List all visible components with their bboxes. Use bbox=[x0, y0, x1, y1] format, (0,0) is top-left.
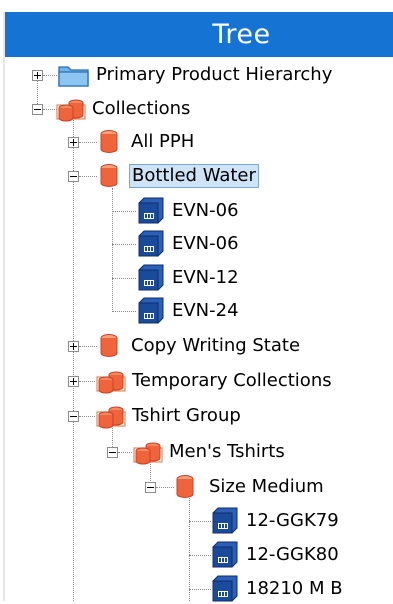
tree-node-label: EVN-24 bbox=[172, 300, 239, 321]
tree-node-evn-06[interactable]: EVN-06 bbox=[136, 229, 241, 259]
product-icon bbox=[212, 507, 238, 534]
tree-node-evn-06[interactable]: EVN-06 bbox=[136, 196, 241, 226]
tree-node-bottled-water[interactable]: Bottled Water bbox=[98, 161, 259, 191]
tree-node-collections[interactable]: Collections bbox=[55, 94, 192, 124]
tree-node-all-pph[interactable]: All PPH bbox=[98, 127, 196, 157]
tree-connector bbox=[118, 452, 132, 453]
tree-node-mens-tshirts[interactable]: Men's Tshirts bbox=[132, 437, 287, 467]
collapse-toggle-collections[interactable] bbox=[32, 104, 43, 115]
tree-node-tshirt-group[interactable]: Tshirt Group bbox=[95, 401, 243, 431]
tree-connector bbox=[79, 176, 97, 177]
folder-icon bbox=[58, 66, 89, 87]
tree-connector bbox=[73, 113, 74, 601]
tree-node-evn-24[interactable]: EVN-24 bbox=[136, 296, 241, 326]
collection-icon bbox=[100, 334, 118, 357]
tree-node-12-ggk79[interactable]: 12-GGK79 bbox=[210, 506, 341, 536]
product-icon bbox=[138, 197, 164, 224]
tree-node-label: Collections bbox=[92, 98, 191, 119]
collection-icon bbox=[100, 130, 118, 153]
tree-connector bbox=[79, 142, 97, 143]
expand-toggle-copy-writing-state[interactable] bbox=[68, 341, 79, 352]
tree-connector bbox=[79, 416, 95, 417]
collapse-toggle-tshirt-group[interactable] bbox=[68, 411, 79, 422]
tree-node-label: Men's Tshirts bbox=[169, 441, 285, 462]
collections-icon bbox=[96, 406, 126, 429]
tree-node-size-medium[interactable]: Size Medium bbox=[174, 472, 326, 502]
tree-node-label: EVN-06 bbox=[172, 233, 239, 254]
tree-node-temporary-collections[interactable]: Temporary Collections bbox=[95, 366, 334, 396]
collections-icon bbox=[96, 371, 126, 394]
collections-icon bbox=[133, 442, 163, 465]
tree-node-label: Primary Product Hierarchy bbox=[96, 64, 333, 85]
tree-view[interactable]: Primary Product Hierarchy Collections Al… bbox=[0, 0, 393, 604]
tree-connector bbox=[112, 188, 113, 312]
tree-node-primary-product-hierarchy[interactable]: Primary Product Hierarchy bbox=[57, 60, 334, 90]
expand-toggle-primary-product-hierarchy[interactable] bbox=[32, 70, 43, 81]
tree-connector bbox=[79, 346, 97, 347]
tree-connector bbox=[43, 75, 57, 76]
tree-connector bbox=[189, 589, 211, 590]
product-icon bbox=[212, 541, 238, 568]
expand-toggle-all-pph[interactable] bbox=[68, 137, 79, 148]
tree-node-12-ggk80[interactable]: 12-GGK80 bbox=[210, 540, 341, 570]
tree-node-evn-12[interactable]: EVN-12 bbox=[136, 263, 241, 293]
product-icon bbox=[138, 297, 164, 324]
collapse-toggle-mens-tshirts[interactable] bbox=[107, 447, 118, 458]
product-icon bbox=[212, 575, 238, 602]
tree-connector bbox=[112, 278, 136, 279]
collapse-toggle-bottled-water[interactable] bbox=[68, 171, 79, 182]
tree-node-label: 12-GGK79 bbox=[246, 510, 339, 531]
collapse-toggle-size-medium[interactable] bbox=[145, 482, 156, 493]
tree-connector bbox=[156, 487, 174, 488]
tree-connector bbox=[189, 493, 190, 601]
tree-node-label: All PPH bbox=[131, 131, 195, 152]
tree-node-copy-writing-state[interactable]: Copy Writing State bbox=[98, 331, 302, 361]
tree-node-label: Size Medium bbox=[209, 476, 324, 497]
tree-node-label: EVN-06 bbox=[172, 200, 239, 221]
tree-panel: Tree Primary Product Hierarchy Collectio… bbox=[0, 0, 393, 604]
tree-connector bbox=[79, 381, 95, 382]
expand-toggle-temporary-collections[interactable] bbox=[68, 376, 79, 387]
tree-node-18210-m-b[interactable]: 18210 M B bbox=[210, 574, 345, 604]
tree-node-label: 12-GGK80 bbox=[246, 544, 339, 565]
product-icon bbox=[138, 230, 164, 257]
tree-node-label: Temporary Collections bbox=[132, 370, 332, 391]
tree-node-label: Tshirt Group bbox=[132, 405, 241, 426]
product-icon bbox=[138, 264, 164, 291]
tree-node-label: 18210 M B bbox=[246, 578, 343, 599]
tree-node-label-selected: Bottled Water bbox=[129, 164, 259, 188]
tree-connector bbox=[189, 555, 211, 556]
collection-icon bbox=[176, 475, 194, 498]
tree-connector bbox=[112, 211, 136, 212]
tree-connector bbox=[112, 244, 136, 245]
tree-node-label: Copy Writing State bbox=[131, 335, 301, 356]
collection-icon bbox=[100, 164, 118, 187]
tree-connector bbox=[112, 311, 136, 312]
tree-connector bbox=[189, 521, 211, 522]
tree-node-label: EVN-12 bbox=[172, 267, 239, 288]
collections-icon bbox=[56, 99, 86, 122]
